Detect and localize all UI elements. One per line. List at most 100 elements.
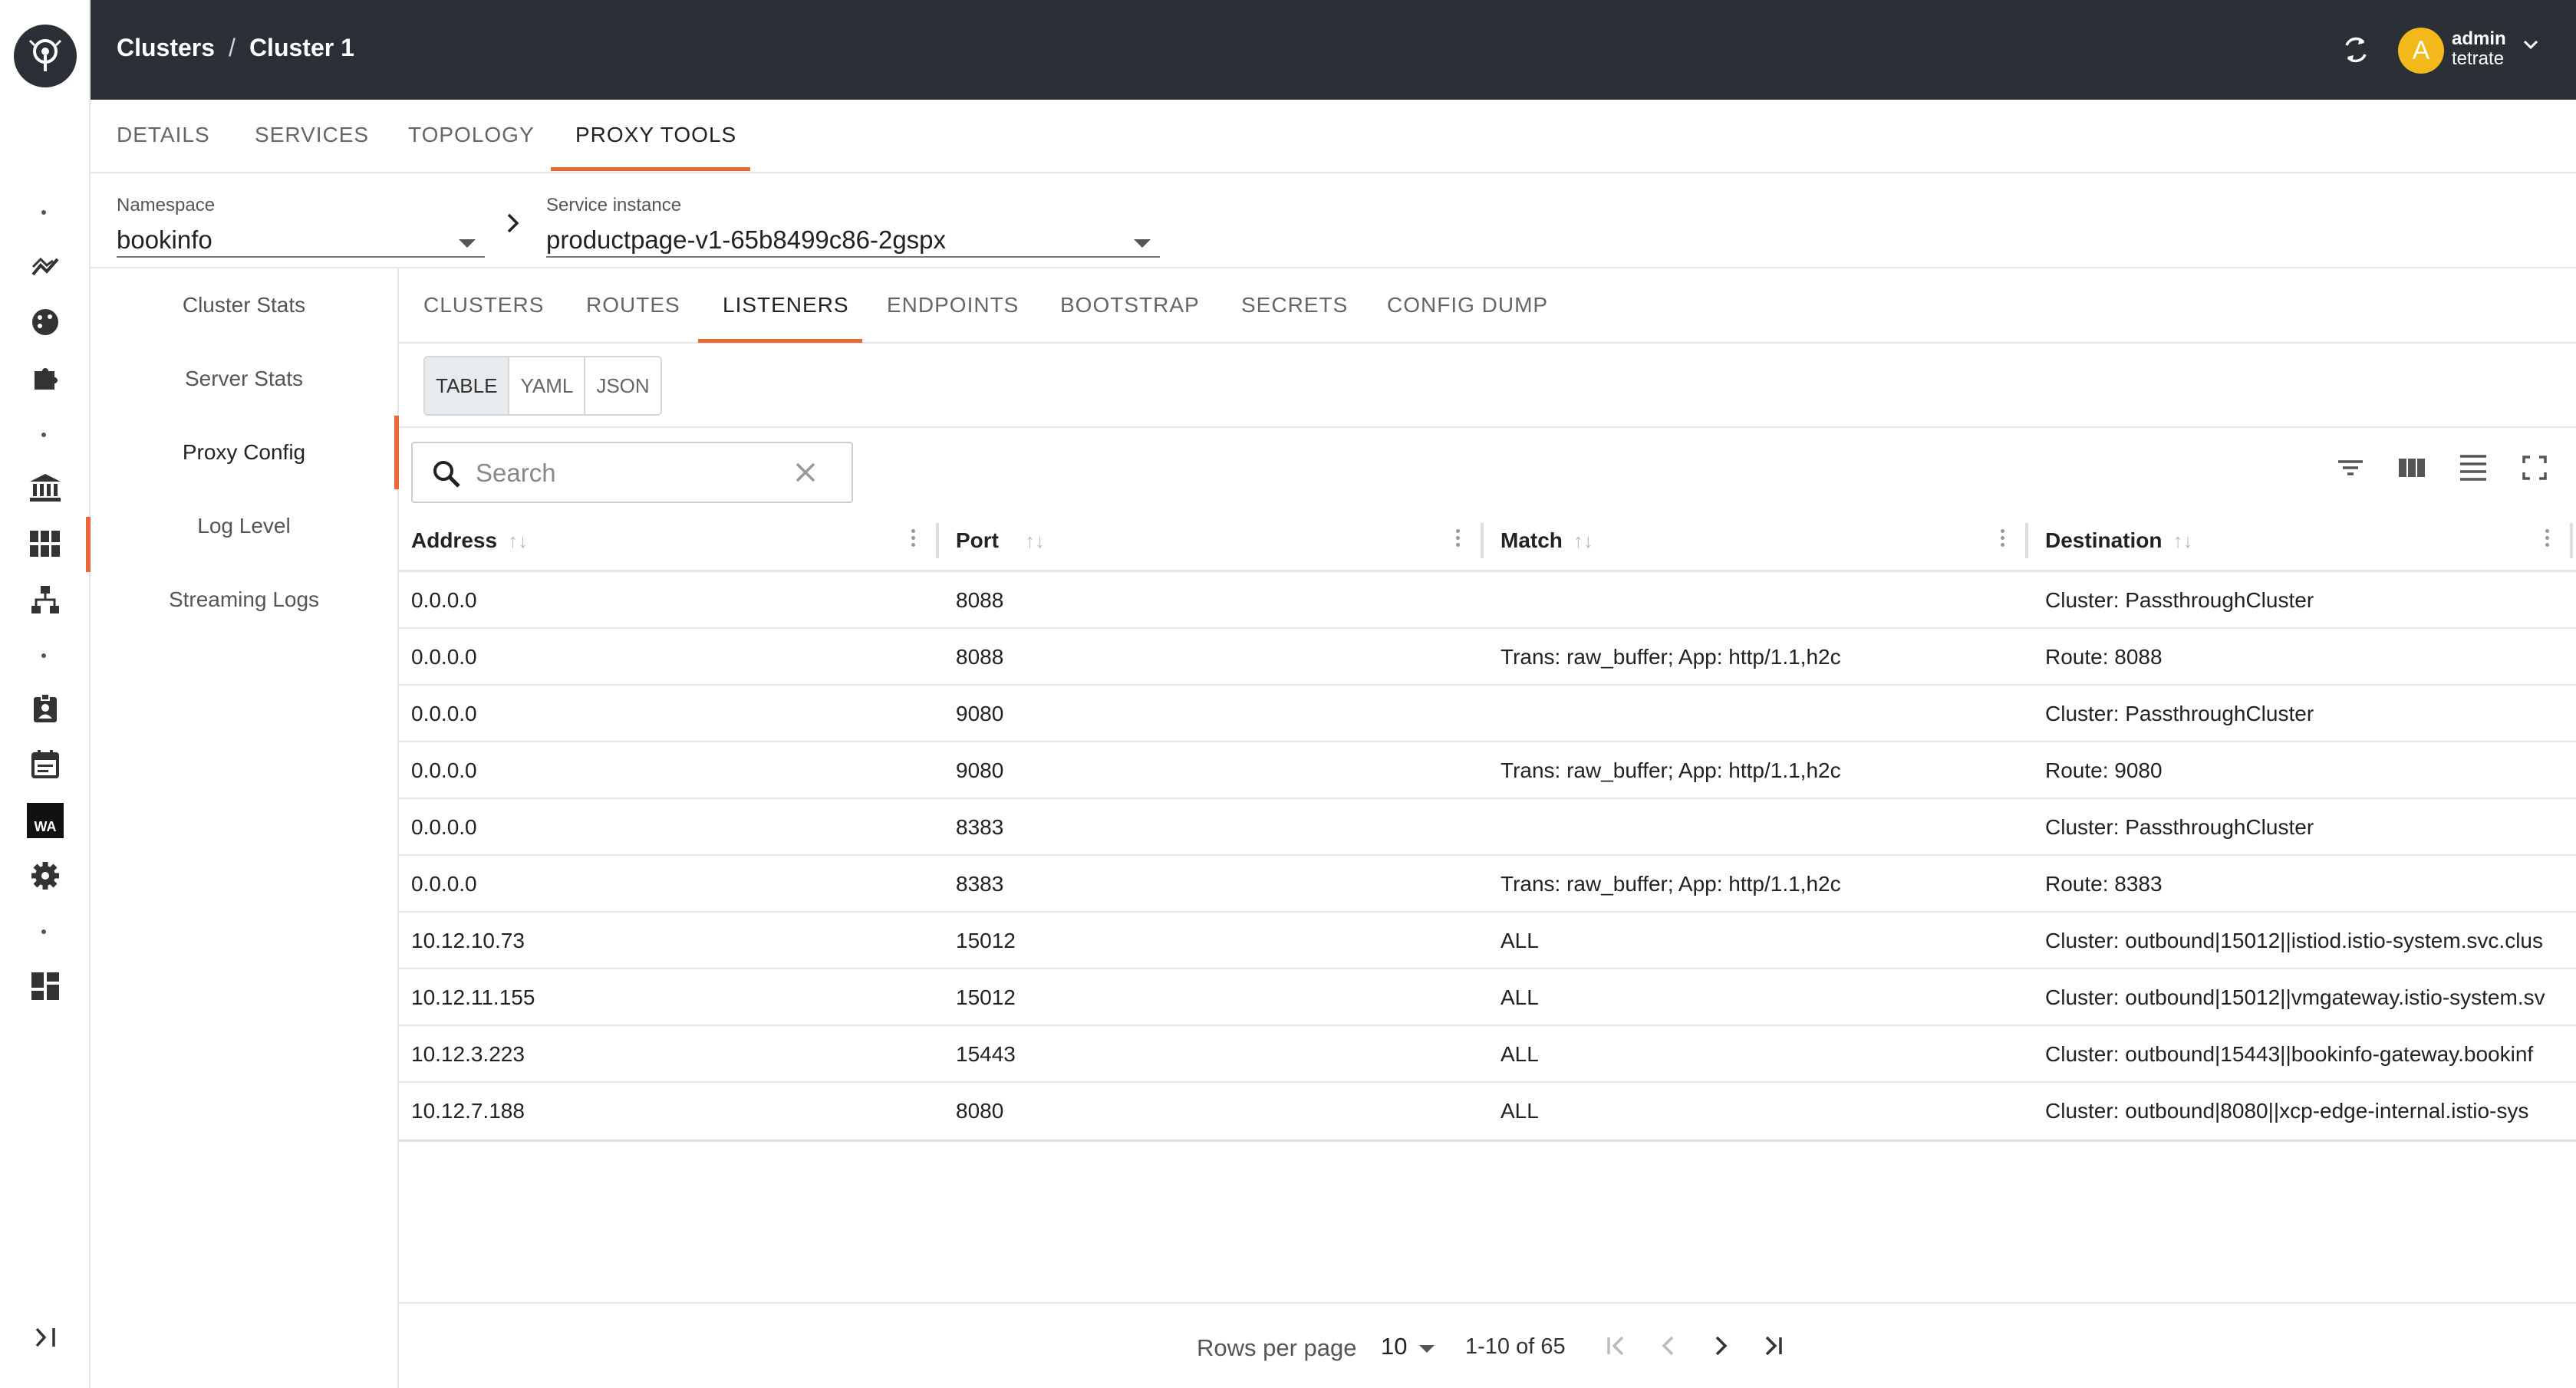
breadcrumb-clusters[interactable]: Clusters [117,34,215,62]
columns-button[interactable] [2396,452,2427,487]
format-json-button[interactable]: JSON [585,357,660,414]
app-root: WA Clusters / Cluster 1 A admin tetrate [0,0,2576,1388]
table-row[interactable]: 0.0.0.0 9080 Trans: raw_buffer; App: htt… [399,742,2576,799]
format-yaml-button[interactable]: YAML [509,357,586,414]
cell-match: ALL [1500,1042,1539,1066]
tab-topology[interactable]: TOPOLOGY [408,123,535,147]
selector-bar: Namespace bookinfo Service instance prod… [91,173,2576,268]
namespace-select[interactable]: Namespace bookinfo [117,184,485,258]
search-input[interactable] [476,454,782,492]
fullscreen-button[interactable] [2519,452,2550,487]
trending-icon[interactable] [0,244,91,290]
last-page-button[interactable] [1754,1327,1792,1365]
wa-icon[interactable]: WA [0,798,91,844]
cell-address: 10.12.10.73 [411,929,525,952]
tab-proxy-tools[interactable]: PROXY TOOLS [575,123,736,147]
sort-icon[interactable]: ↑↓ [508,529,528,553]
table-row[interactable]: 10.12.3.223 15443 ALL Cluster: outbound|… [399,1026,2576,1083]
column-menu-icon[interactable] [910,526,916,554]
tab-listeners[interactable]: LISTENERS [723,293,849,317]
column-header-match[interactable]: Match ↑↓ [1500,509,1593,572]
column-divider[interactable] [1481,523,1484,558]
logo-icon[interactable] [14,25,77,87]
column-header-port[interactable]: Port ↑↓ [956,509,1045,572]
column-header-address[interactable]: Address ↑↓ [411,509,528,572]
refresh-button[interactable] [2337,31,2375,69]
caret-down-icon[interactable] [1419,1345,1435,1353]
collapse-rail-button[interactable] [23,1317,69,1357]
first-page-button[interactable] [1597,1327,1636,1365]
column-divider[interactable] [2025,523,2028,558]
column-menu-icon[interactable] [2544,526,2550,554]
avatar[interactable]: A [2398,28,2444,74]
subnav-streaming-logs[interactable]: Streaming Logs [91,563,397,636]
proxy-tools-subnav: Cluster Stats Server Stats Proxy Config … [91,268,399,1388]
tab-config-dump[interactable]: CONFIG DUMP [1387,293,1548,317]
bank-icon[interactable] [0,465,91,511]
columns-icon [2399,459,2425,477]
breadcrumb: Clusters / Cluster 1 [117,34,354,62]
density-button[interactable] [2458,452,2489,487]
table-row[interactable]: 10.12.11.155 15012 ALL Cluster: outbound… [399,969,2576,1026]
tab-services[interactable]: SERVICES [255,123,369,147]
density-icon [2460,455,2486,481]
service-instance-label: Service instance [546,195,682,215]
clear-search-button[interactable] [790,457,821,492]
column-header-destination[interactable]: Destination ↑↓ [2045,509,2192,572]
subnav-cluster-stats[interactable]: Cluster Stats [91,268,397,342]
previous-page-button[interactable] [1649,1327,1688,1365]
tab-routes[interactable]: ROUTES [586,293,680,317]
subnav-log-level[interactable]: Log Level [91,489,397,563]
cell-address: 0.0.0.0 [411,815,477,839]
table-row[interactable]: 10.12.10.73 15012 ALL Cluster: outbound|… [399,913,2576,969]
cell-destination: Cluster: outbound|8080||xcp-edge-interna… [2045,1099,2529,1123]
tab-details[interactable]: DETAILS [117,123,210,147]
cell-address: 0.0.0.0 [411,645,477,669]
next-page-button[interactable] [1701,1327,1740,1365]
rows-per-page-select[interactable]: 10 [1381,1333,1407,1360]
table-row[interactable]: 0.0.0.0 8088 Trans: raw_buffer; App: htt… [399,629,2576,686]
tab-clusters[interactable]: CLUSTERS [423,293,544,317]
format-table-button[interactable]: TABLE [425,357,510,414]
table-row[interactable]: 0.0.0.0 8383 Trans: raw_buffer; App: htt… [399,856,2576,913]
filter-button[interactable] [2335,452,2366,487]
close-icon [796,462,815,482]
last-page-icon [1765,1336,1782,1356]
sort-icon[interactable]: ↑↓ [1025,529,1045,553]
column-menu-icon[interactable] [1999,526,2005,554]
subnav-server-stats[interactable]: Server Stats [91,342,397,416]
subnav-proxy-config[interactable]: Proxy Config [91,416,397,489]
tab-secrets[interactable]: SECRETS [1241,293,1348,317]
table-row[interactable]: 10.12.7.188 8080 ALL Cluster: outbound|8… [399,1083,2576,1140]
sitemap-icon[interactable] [0,577,91,623]
refresh-icon [2345,37,2367,63]
sort-icon[interactable]: ↑↓ [2172,529,2192,553]
sort-icon[interactable]: ↑↓ [1573,529,1593,553]
fullscreen-icon [2522,456,2547,480]
dashboard-icon[interactable] [0,963,91,1009]
grid-icon[interactable] [0,521,91,567]
palette-icon[interactable] [0,299,91,345]
column-divider[interactable] [2570,523,2573,558]
collapse-icon [35,1327,55,1347]
tab-endpoints[interactable]: ENDPOINTS [887,293,1019,317]
table-row[interactable]: 0.0.0.0 8088 Cluster: PassthroughCluster [399,572,2576,629]
gear-icon[interactable] [0,853,91,899]
user-menu[interactable]: admin tetrate [2452,29,2506,69]
caret-down-icon [459,239,476,248]
column-menu-icon[interactable] [1454,526,1461,554]
table-row[interactable]: 0.0.0.0 8383 Cluster: PassthroughCluster [399,799,2576,856]
cell-match: ALL [1500,929,1539,952]
service-instance-select[interactable]: Service instance productpage-v1-65b8499c… [546,184,1160,258]
cell-match [1500,686,2022,742]
puzzle-icon[interactable] [0,356,91,402]
calendar-icon[interactable] [0,741,91,787]
chevron-down-icon[interactable] [2522,38,2539,54]
badge-icon[interactable] [0,686,91,732]
column-divider[interactable] [936,523,939,558]
tab-bootstrap[interactable]: BOOTSTRAP [1060,293,1200,317]
left-rail: WA [0,0,91,1388]
table-row[interactable]: 0.0.0.0 9080 Cluster: PassthroughCluster [399,686,2576,742]
chevron-right-icon [505,212,522,238]
cell-destination: Route: 9080 [2045,758,2163,782]
